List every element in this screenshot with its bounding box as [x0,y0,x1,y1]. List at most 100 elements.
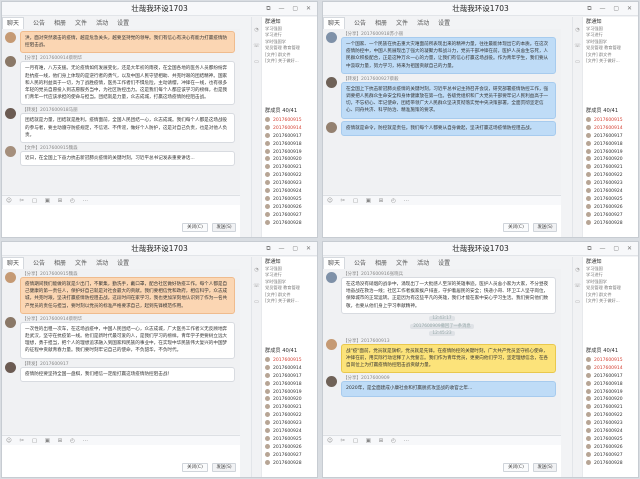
member-item[interactable]: 2017600928 [586,219,636,228]
chat-history[interactable]: 【分享】2017600915魏淼 疫情期间我们能做的就是少出门，不聚集，勤洗手，戴… [2,269,240,434]
member-item[interactable]: 2017600923 [265,420,315,428]
chat-history[interactable]: 洪，面对突然袭击的疫情，越是危急关头，越要坚持党的领导。我们有信心有决心有能力打… [2,29,240,194]
member-item[interactable]: 2017600928 [586,459,636,468]
member-item[interactable]: 2017600914 [265,124,315,133]
member-item[interactable]: 2017600918 [265,380,315,389]
member-list[interactable]: 群成员 40/41 2017600915 2017600914 2017600917… [586,107,636,227]
avatar[interactable] [326,121,337,133]
message-bubble[interactable]: 一个国家、一个民族在抗击重大灾难面前所表现出来的精神力量，往往最能体现出它的本质… [341,37,556,74]
avatar[interactable] [326,76,337,88]
tab-chat[interactable]: 聊天 [2,17,25,29]
member-item[interactable]: 2017600921 [586,164,636,172]
close-button[interactable]: 关闭(C) [503,223,529,232]
chat-message[interactable]: 疫情就是命令，防控就是责任。我们每个人都要从自身做起，坚决打赢这场疫情防控阻击战… [326,120,556,136]
message-bubble[interactable]: 疫情就是命令，防控就是责任。我们每个人都要从自身做起，坚决打赢这场疫情防控阻击战… [341,120,556,136]
member-item[interactable]: 2017600924 [586,428,636,436]
member-item[interactable]: 2017600926 [586,203,636,212]
tab-chat[interactable]: 聊天 [323,17,346,29]
screen-icon[interactable]: ▭ [252,299,261,305]
member-item[interactable]: 2017600915 [265,357,315,365]
phone-icon[interactable]: ☏ [573,283,582,289]
message-bubble[interactable]: 洪，面对突然袭击的疫情，越是危急关头，越要坚持党的领导。我们有信心有决心有能力打… [20,31,235,54]
member-list[interactable]: 群成员 40/41 2017600915 2017600914 2017600917… [586,347,636,467]
send-button[interactable]: 发送(S) [212,463,236,472]
avatar[interactable] [326,272,337,283]
message-bubble[interactable]: 近日，在全国上下奋力抗击新冠肺炎疫情的关键时刻，习近平总书记发表重要讲话... [20,151,235,167]
phone-icon[interactable]: ☏ [252,283,261,289]
chat-message[interactable]: 【分享】2017600909 2020年，是全面建成小康社会和打赢脱贫攻坚战的收官… [326,375,556,397]
member-item[interactable]: 2017600927 [586,451,636,460]
tab-photos[interactable]: 相册 [375,18,387,29]
member-item[interactable]: 2017600915 [586,357,636,365]
chat-message[interactable]: 【分享】2017600914蔡明华 一次性的出租一次车，在这场战疫中，中国人民团结… [5,316,235,359]
tab-activity[interactable]: 活动 [96,258,108,269]
chat-message[interactable]: 【分享】2017600915魏淼 疫情期间我们能做的就是少出门，不聚集，勤洗手，戴… [5,271,235,314]
chat-message[interactable]: 【分享】2017600916张晓兵 在这场没有硝烟的战争中，涌现出了一大批感人至深… [326,271,556,314]
member-item[interactable]: 2017600925 [265,195,315,204]
chat-message[interactable]: 【分享】2017600913 战"疫"面前，党员就是旗帜，党员就是先锋。在疫情防控… [326,338,556,374]
member-item[interactable]: 2017600926 [265,443,315,452]
tab-chat[interactable]: 聊天 [323,257,346,269]
window-controls[interactable]: ⧉ — ▢ ✕ [266,242,314,256]
tab-photos[interactable]: 相册 [54,18,66,29]
group-notice[interactable]: 群通知 学习强国 学习进行 学时强国学 党员管理 教育管理 [文件] 群文件 [文件] … [586,259,635,305]
member-item[interactable]: 2017600928 [265,219,315,228]
member-item[interactable]: 2017600928 [265,459,315,468]
tab-notice[interactable]: 公告 [354,18,366,29]
message-bubble[interactable]: 疫情期间我们能做的就是少出门，不聚集，勤洗手，戴口罩，配合社区做好防疫工作。每个… [20,277,235,314]
member-item[interactable]: 2017600921 [265,404,315,412]
avatar[interactable] [326,338,337,350]
chat-message[interactable]: 【分享】2017600914蔡明华 一月有难，八方支援。无论疫情如何发展变化，还是… [5,55,235,106]
member-item[interactable]: 2017600914 [586,364,636,373]
avatar[interactable] [5,108,16,120]
tab-files[interactable]: 文件 [396,258,408,269]
message-bubble[interactable]: 2020年，是全面建成小康社会和打赢脱贫攻坚战的收官之年... [341,381,556,397]
bell-icon[interactable]: ◔ [573,267,582,273]
tab-files[interactable]: 文件 [396,18,408,29]
phone-icon[interactable]: ☏ [573,43,582,49]
member-item[interactable]: 2017600922 [265,412,315,420]
message-input[interactable]: 关闭(C) 发送(S) [2,445,240,477]
member-item[interactable]: 2017600917 [265,132,315,141]
member-item[interactable]: 2017600918 [586,140,636,149]
member-item[interactable]: 2017600919 [586,148,636,157]
chat-message[interactable]: 【转发】2017600918马丽 团结就是力量，团结就是胜利。疫情面前，全国人民团… [5,107,235,144]
member-item[interactable]: 2017600927 [586,211,636,220]
message-input[interactable]: 关闭(C) 发送(S) [2,205,240,237]
member-item[interactable]: 2017600924 [265,428,315,436]
send-button[interactable]: 发送(S) [533,223,557,232]
member-item[interactable]: 2017600923 [586,180,636,188]
avatar[interactable] [326,376,337,388]
title-bar[interactable]: 壮哉我环设1703 ⧉ — ▢ ✕ [323,242,638,256]
chat-message[interactable]: 洪，面对突然袭击的疫情，越是危急关头，越要坚持党的领导。我们有信心有决心有能力打… [5,31,235,54]
member-item[interactable]: 2017600917 [586,372,636,381]
member-item[interactable]: 2017600919 [265,148,315,157]
group-notice[interactable]: 群通知 学习强国 学习进行 学时强国学 党员管理 教育管理 [文件] 群文件 [文件] … [586,19,635,65]
title-bar[interactable]: 壮哉我环设1703 ⧉ — ▢ ✕ [323,2,638,16]
close-button[interactable]: 关闭(C) [503,463,529,472]
send-button[interactable]: 发送(S) [212,223,236,232]
member-item[interactable]: 2017600914 [265,364,315,373]
message-bubble[interactable]: 团结就是力量，团结就是胜利。疫情面前，全国人民团结一心，众志成城。我们每个人都是… [20,113,235,144]
tab-settings[interactable]: 设置 [438,258,450,269]
avatar[interactable] [326,32,337,43]
member-item[interactable]: 2017600927 [265,211,315,220]
tab-chat[interactable]: 聊天 [2,257,25,269]
screen-icon[interactable]: ▭ [573,299,582,305]
phone-icon[interactable]: ☏ [252,43,261,49]
member-item[interactable]: 2017600925 [265,435,315,444]
message-bubble[interactable]: 一月有难，八方支援。无论疫情如何发展变化，还是大年初的雨夜，在全国各地的医务人员… [20,61,235,106]
member-list[interactable]: 群成员 40/41 2017600915 2017600914 2017600917… [265,347,315,467]
chat-message[interactable]: 【转发】2017600917 疫情防控要坚持全国一盘棋，我们相信一定能打赢这场疫情… [5,361,235,382]
message-input[interactable]: 关闭(C) 发送(S) [323,205,561,237]
avatar[interactable] [5,316,16,328]
chat-history[interactable]: 【分享】2017600918苏小丽 一个国家、一个民族在抗击重大灾难面前所表现出来… [323,29,561,194]
group-notice[interactable]: 群通知 学习强国 学习进行 学时强国学 党员管理 教育管理 [文件] 群文件 [文件] … [265,19,314,65]
input-toolbar[interactable]: ☺ ✂ ▢ ▣ ⊞ ◴ ⋯ [2,435,240,445]
avatar[interactable] [5,32,16,43]
avatar[interactable] [5,361,16,373]
tab-photos[interactable]: 相册 [375,258,387,269]
member-item[interactable]: 2017600924 [586,188,636,196]
send-button[interactable]: 发送(S) [533,463,557,472]
title-bar[interactable]: 壮哉我环设1703 ⧉ — ▢ ✕ [2,242,317,256]
